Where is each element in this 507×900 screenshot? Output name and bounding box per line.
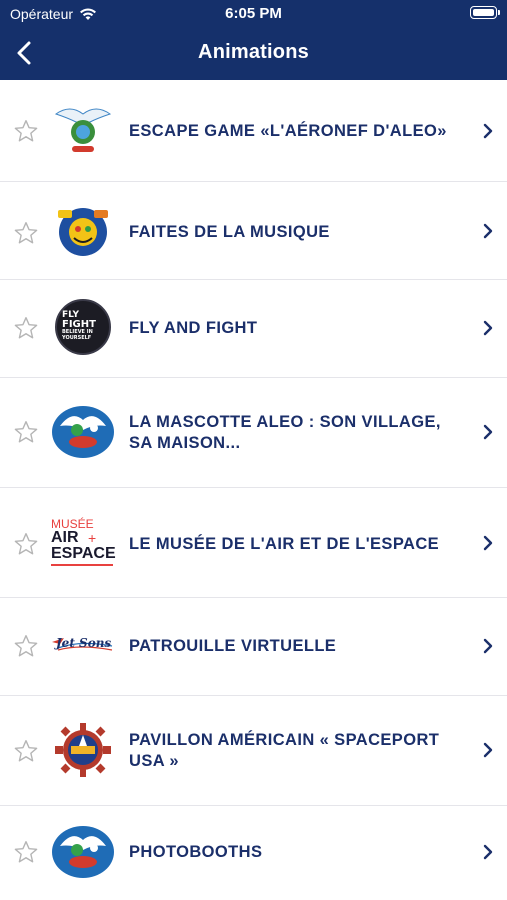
chevron-right-icon: [483, 742, 493, 758]
list-item[interactable]: FAITES DE LA MUSIQUE: [0, 182, 507, 280]
navigation-bar: Opérateur 6:05 PM Animations: [0, 0, 507, 80]
status-time: 6:05 PM: [225, 5, 282, 22]
aleo-mascot-logo: [50, 824, 116, 880]
spaceport-usa-logo: [50, 722, 116, 778]
status-bar: Opérateur 6:05 PM: [0, 0, 507, 28]
item-label: LE MUSÉE DE L'AIR ET DE L'ESPACE: [129, 535, 440, 553]
chevron-right-icon: [483, 844, 493, 860]
favorite-star-icon[interactable]: [13, 419, 39, 445]
chevron-right-icon: [483, 223, 493, 239]
thumb-text: YOURSELF: [62, 335, 92, 341]
chevron-right-icon: [483, 424, 493, 440]
chevron-right-icon: [483, 638, 493, 654]
fly-and-fight-logo: FLY FIGHT BELIEVE IN YOURSELF: [50, 299, 116, 355]
item-label: LA MASCOTTE ALEO : SON VILLAGE, SA MAISO…: [129, 413, 441, 452]
jet-sons-logo: Jet Sons: [50, 618, 116, 674]
page-title: Animations: [198, 41, 309, 63]
item-label: PATROUILLE VIRTUELLE: [129, 637, 337, 655]
favorite-star-icon[interactable]: [13, 118, 39, 144]
favorite-star-icon[interactable]: [13, 220, 39, 246]
list-item[interactable]: PAVILLON AMÉRICAIN « SPACEPORT USA »: [0, 696, 507, 806]
chevron-right-icon: [483, 535, 493, 551]
thumb-underline: [51, 564, 113, 566]
list-item[interactable]: LA MASCOTTE ALEO : SON VILLAGE, SA MAISO…: [0, 378, 507, 488]
favorite-star-icon[interactable]: [13, 839, 39, 865]
music-cartoon-logo: [50, 204, 116, 260]
item-label: PHOTOBOOTHS: [129, 843, 263, 861]
thumb-text: Jet Sons: [56, 636, 112, 650]
list-item[interactable]: Jet Sons PATROUILLE VIRTUELLE: [0, 598, 507, 696]
item-label: FAITES DE LA MUSIQUE: [129, 223, 330, 241]
list-item[interactable]: FLY FIGHT BELIEVE IN YOURSELF FLY AND FI…: [0, 280, 507, 378]
favorite-star-icon[interactable]: [13, 531, 39, 557]
item-label: FLY AND FIGHT: [129, 319, 258, 337]
chevron-right-icon: [483, 123, 493, 139]
favorite-star-icon[interactable]: [13, 633, 39, 659]
list-item[interactable]: PHOTOBOOTHS: [0, 806, 507, 900]
chevron-right-icon: [483, 320, 493, 336]
battery-icon: [470, 6, 500, 19]
list-item[interactable]: MUSÉE AIR + ESPACE LE MUSÉE DE L'AIR ET …: [0, 488, 507, 598]
item-label: PAVILLON AMÉRICAIN « SPACEPORT USA »: [129, 731, 440, 770]
thumb-text: FIGHT: [62, 319, 96, 330]
thumb-text: ESPACE: [51, 545, 116, 562]
musee-air-espace-logo: MUSÉE AIR + ESPACE: [50, 516, 116, 572]
plus-icon: +: [88, 530, 97, 546]
favorite-star-icon[interactable]: [13, 738, 39, 764]
aleo-bird-logo: [50, 102, 116, 158]
thumb-text: AIR: [51, 529, 79, 546]
aleo-mascot-logo: [50, 404, 116, 460]
item-label: ESCAPE GAME «L'AÉRONEF D'ALEO»: [129, 122, 447, 140]
list-item[interactable]: ESCAPE GAME «L'AÉRONEF D'ALEO»: [0, 80, 507, 182]
favorite-star-icon[interactable]: [13, 315, 39, 341]
